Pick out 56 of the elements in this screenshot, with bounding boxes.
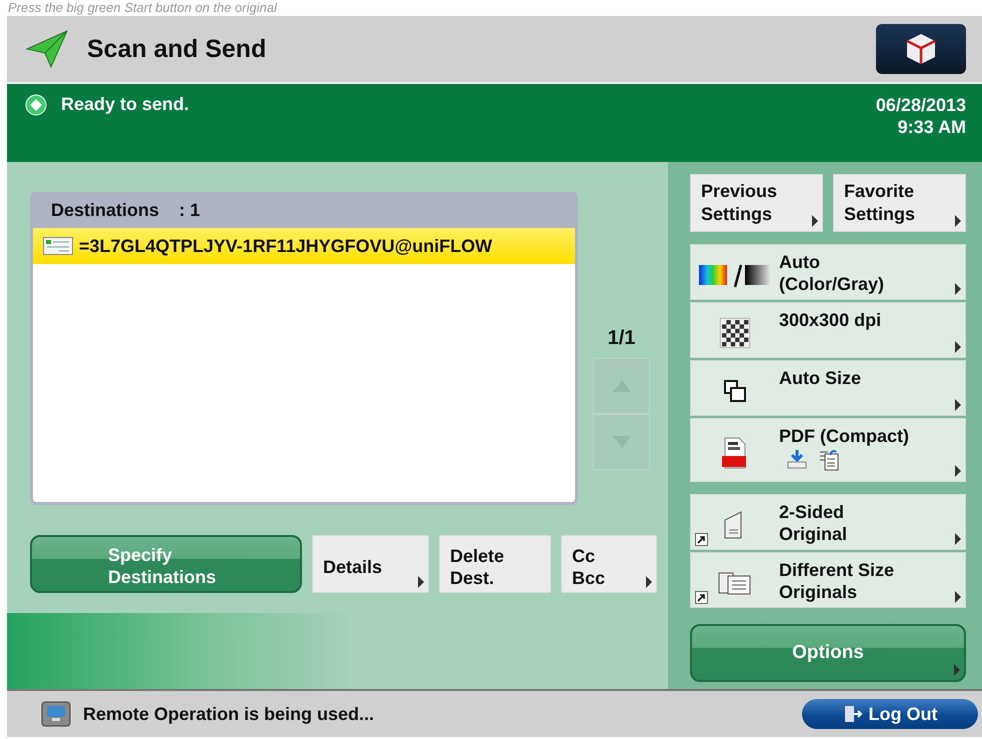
checkerboard-icon	[720, 318, 750, 348]
exit-door-icon	[842, 704, 862, 724]
address-card-icon	[43, 237, 73, 255]
previous-settings-button[interactable]: Previous Settings	[690, 174, 823, 232]
monitor-icon	[41, 701, 71, 727]
download-icon	[787, 449, 807, 469]
screen-title: Scan and Send	[87, 34, 268, 64]
setting-button[interactable]: PDF (Compact)	[690, 418, 966, 482]
setting-button[interactable]: 2-Sided Original	[690, 494, 966, 550]
destination-item[interactable]: =3L7GL4QTPLJYV-1RF11JHYGFOVU@uniFLOW	[33, 228, 575, 264]
submenu-arrow-icon	[954, 664, 960, 676]
submenu-arrow-icon	[955, 341, 961, 353]
setting-label: 2-Sided Original	[779, 501, 848, 545]
caption-text: Press the big green Start button on the original	[7, 0, 278, 16]
setting-label: Auto Size	[779, 367, 862, 389]
status-time: 9:33 AM	[896, 116, 966, 138]
submenu-arrow-icon	[418, 576, 424, 588]
list-heading: Destinations	[51, 200, 160, 220]
delete-destination-button[interactable]: Delete Dest.	[439, 535, 551, 593]
submenu-arrow-icon	[955, 283, 961, 295]
setting-button[interactable]: Auto Size	[690, 360, 966, 416]
submenu-arrow-icon	[955, 465, 961, 477]
overlapping-pages-icon	[723, 379, 747, 403]
submenu-arrow-icon	[955, 591, 961, 603]
ready-icon	[25, 94, 47, 116]
cube-icon	[906, 33, 936, 65]
setting-label: 300x300 dpi	[779, 309, 882, 331]
setting-button[interactable]: Auto (Color/Gray)	[690, 244, 966, 300]
setting-label: Different Size Originals	[779, 559, 894, 603]
page-indicator: 1/1	[608, 327, 636, 350]
destination-address: =3L7GL4QTPLJYV-1RF11JHYGFOVU@uniFLOW	[79, 236, 492, 256]
details-button[interactable]: Details	[312, 535, 429, 593]
submenu-arrow-icon	[955, 399, 961, 411]
setting-label: PDF (Compact)	[779, 425, 909, 447]
status-date: 06/28/2013	[876, 94, 966, 116]
setting-label: Auto (Color/Gray)	[779, 251, 884, 295]
submenu-arrow-icon	[812, 215, 818, 227]
status-message: Ready to send.	[61, 94, 190, 115]
specify-destinations-button[interactable]: Specify Destinations	[30, 535, 302, 593]
setting-button[interactable]: Different Size Originals	[690, 552, 966, 608]
submenu-arrow-icon	[955, 533, 961, 545]
paper-plane-icon	[25, 29, 69, 69]
log-out-button[interactable]: Log Out	[802, 699, 978, 729]
submenu-arrow-icon	[646, 576, 652, 588]
favorite-settings-button[interactable]: Favorite Settings	[833, 174, 966, 232]
home-button[interactable]	[876, 24, 966, 74]
setting-button[interactable]: 300x300 dpi	[690, 302, 966, 358]
options-button[interactable]: Options	[690, 624, 966, 682]
mixed-pages-icon	[718, 570, 752, 596]
remote-operation-message: Remote Operation is being used...	[83, 704, 376, 724]
submenu-arrow-icon	[955, 215, 961, 227]
document-icon	[819, 449, 839, 471]
cc-bcc-button[interactable]: Cc Bcc	[561, 535, 657, 593]
pdf-file-icon	[722, 437, 748, 469]
destination-count: : 1	[179, 200, 200, 220]
color-mode-icon	[699, 262, 771, 288]
